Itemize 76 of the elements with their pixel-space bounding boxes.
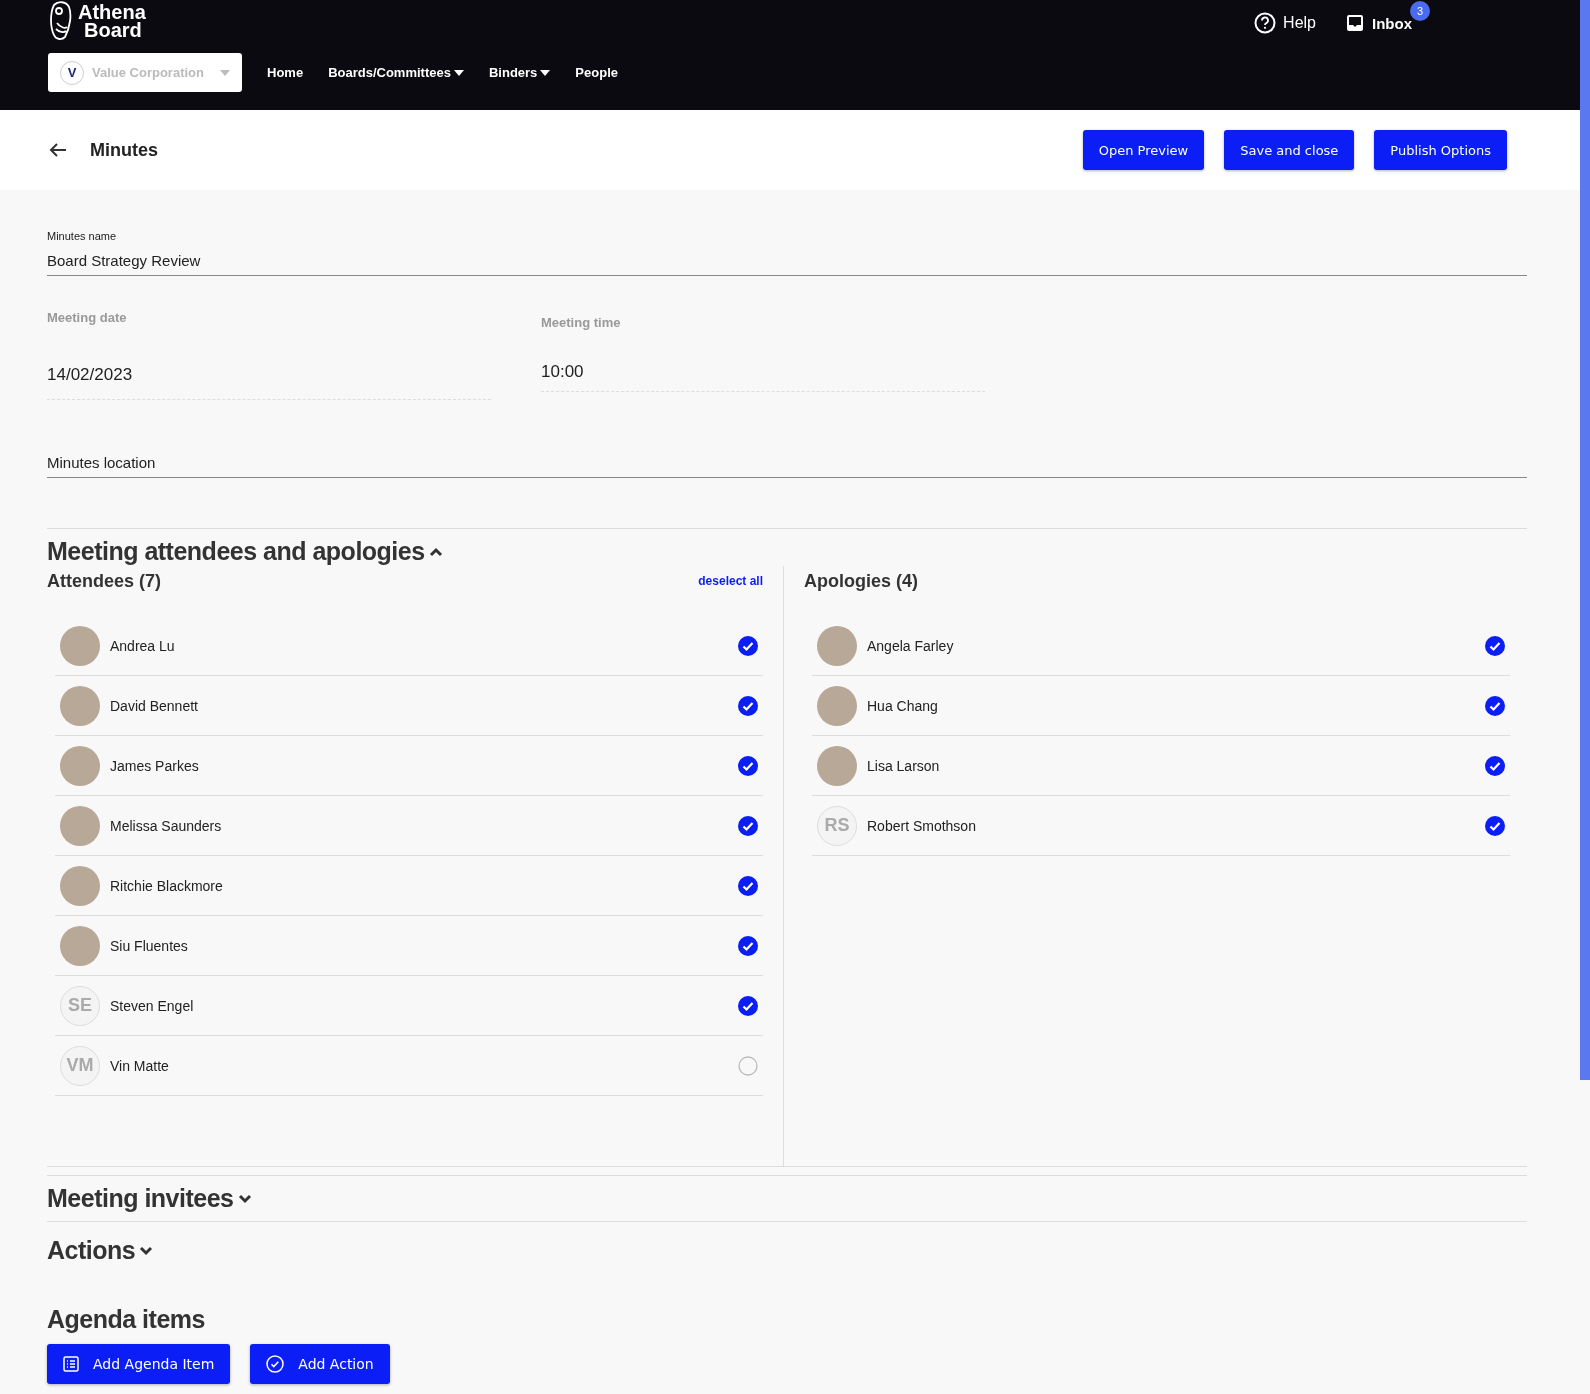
initials-avatar: SE <box>60 985 100 1026</box>
person-name: Robert Smothson <box>867 817 977 834</box>
list-icon <box>63 1356 79 1372</box>
checked-circle-icon[interactable] <box>738 815 758 836</box>
inbox-link[interactable]: Inbox <box>1346 14 1412 32</box>
field-label: Meeting time <box>541 315 622 330</box>
chevron-icon <box>237 1193 252 1204</box>
checked-circle-icon[interactable] <box>738 875 758 896</box>
avatar-photo-placeholder <box>60 925 100 966</box>
notification-badge: 3 <box>1410 1 1430 21</box>
scrollbar[interactable] <box>1580 0 1590 1080</box>
caret-icon <box>220 69 230 76</box>
person-name: David Bennett <box>110 697 199 714</box>
checked-circle-icon[interactable] <box>1485 755 1505 776</box>
section-header[interactable]: Actions <box>47 1236 154 1265</box>
avatar-photo-placeholder <box>60 805 100 846</box>
chevron-icon <box>428 546 443 557</box>
person-name: Lisa Larson <box>867 757 941 774</box>
checked-circle-icon[interactable] <box>738 635 758 656</box>
name-field[interactable]: Board Strategy Review <box>47 244 1527 276</box>
person-name: Andrea Lu <box>110 637 176 654</box>
deselect-all-link[interactable]: deselect all <box>698 574 763 588</box>
add-button[interactable]: Add Agenda Item <box>47 1344 231 1384</box>
initials-avatar: VM <box>60 1045 100 1086</box>
checked-circle-icon[interactable] <box>1485 695 1505 716</box>
page-title: Minutes <box>90 139 159 161</box>
add-button[interactable]: Add Action <box>250 1344 390 1384</box>
section-header[interactable]: Meeting invitees <box>47 1184 252 1213</box>
person-name: Angela Farley <box>867 637 955 654</box>
caret-icon <box>453 69 464 76</box>
avatar-photo-placeholder <box>817 685 857 726</box>
person-name: James Parkes <box>110 757 200 774</box>
date-field[interactable]: 14/02/2023 <box>47 325 491 400</box>
action-button[interactable]: Save and close <box>1224 130 1355 170</box>
check-circle-icon <box>266 1355 285 1373</box>
field-label: Minutes name <box>47 230 118 242</box>
section-title: Agenda items <box>47 1305 206 1334</box>
avatar-photo-placeholder <box>817 745 857 786</box>
nav-link[interactable]: People <box>575 65 618 80</box>
checked-circle-icon[interactable] <box>1485 635 1505 656</box>
help-link[interactable]: Help <box>1254 12 1316 34</box>
avatar-photo-placeholder <box>60 865 100 906</box>
checked-circle-icon[interactable] <box>738 695 758 716</box>
avatar-photo-placeholder <box>60 625 100 666</box>
person-name: Hua Chang <box>867 697 939 714</box>
checked-circle-icon[interactable] <box>738 755 758 776</box>
nav-link[interactable]: Boards/Committees <box>328 65 464 80</box>
field-label: Meeting date <box>47 310 128 325</box>
time-field[interactable]: 10:00 <box>541 330 985 392</box>
brand-name: Athena <box>78 3 146 21</box>
person-name: Siu Fluentes <box>110 937 189 954</box>
brand-name: Board <box>83 21 143 39</box>
nav-link[interactable]: Home <box>267 65 304 80</box>
checked-circle-icon[interactable] <box>738 935 758 956</box>
person-name: Steven Engel <box>110 997 195 1014</box>
chevron-icon <box>139 1245 154 1256</box>
checked-circle-icon[interactable] <box>1485 815 1505 836</box>
person-name: Melissa Saunders <box>110 817 223 834</box>
avatar-photo-placeholder <box>60 685 100 726</box>
help-icon <box>1254 12 1277 34</box>
action-button[interactable]: Open Preview <box>1082 130 1205 170</box>
initials-avatar: RS <box>817 805 857 846</box>
person-name: Vin Matte <box>110 1057 170 1074</box>
organization-select[interactable]: V Value Corporation <box>48 53 242 92</box>
nav-link[interactable]: Binders <box>488 65 551 80</box>
inbox-icon <box>1346 14 1364 32</box>
column-title: Apologies (4) <box>804 570 918 592</box>
caret-icon <box>540 69 551 76</box>
checked-circle-icon[interactable] <box>738 995 758 1016</box>
avatar-photo-placeholder <box>817 625 857 666</box>
section-header[interactable]: Meeting attendees and apologies <box>47 537 443 566</box>
action-button[interactable]: Publish Options <box>1374 130 1507 170</box>
avatar-photo-placeholder <box>60 745 100 786</box>
column-title: Attendees (7) <box>47 570 162 592</box>
location-field[interactable]: Minutes location <box>47 454 1527 478</box>
person-name: Ritchie Blackmore <box>110 877 224 894</box>
